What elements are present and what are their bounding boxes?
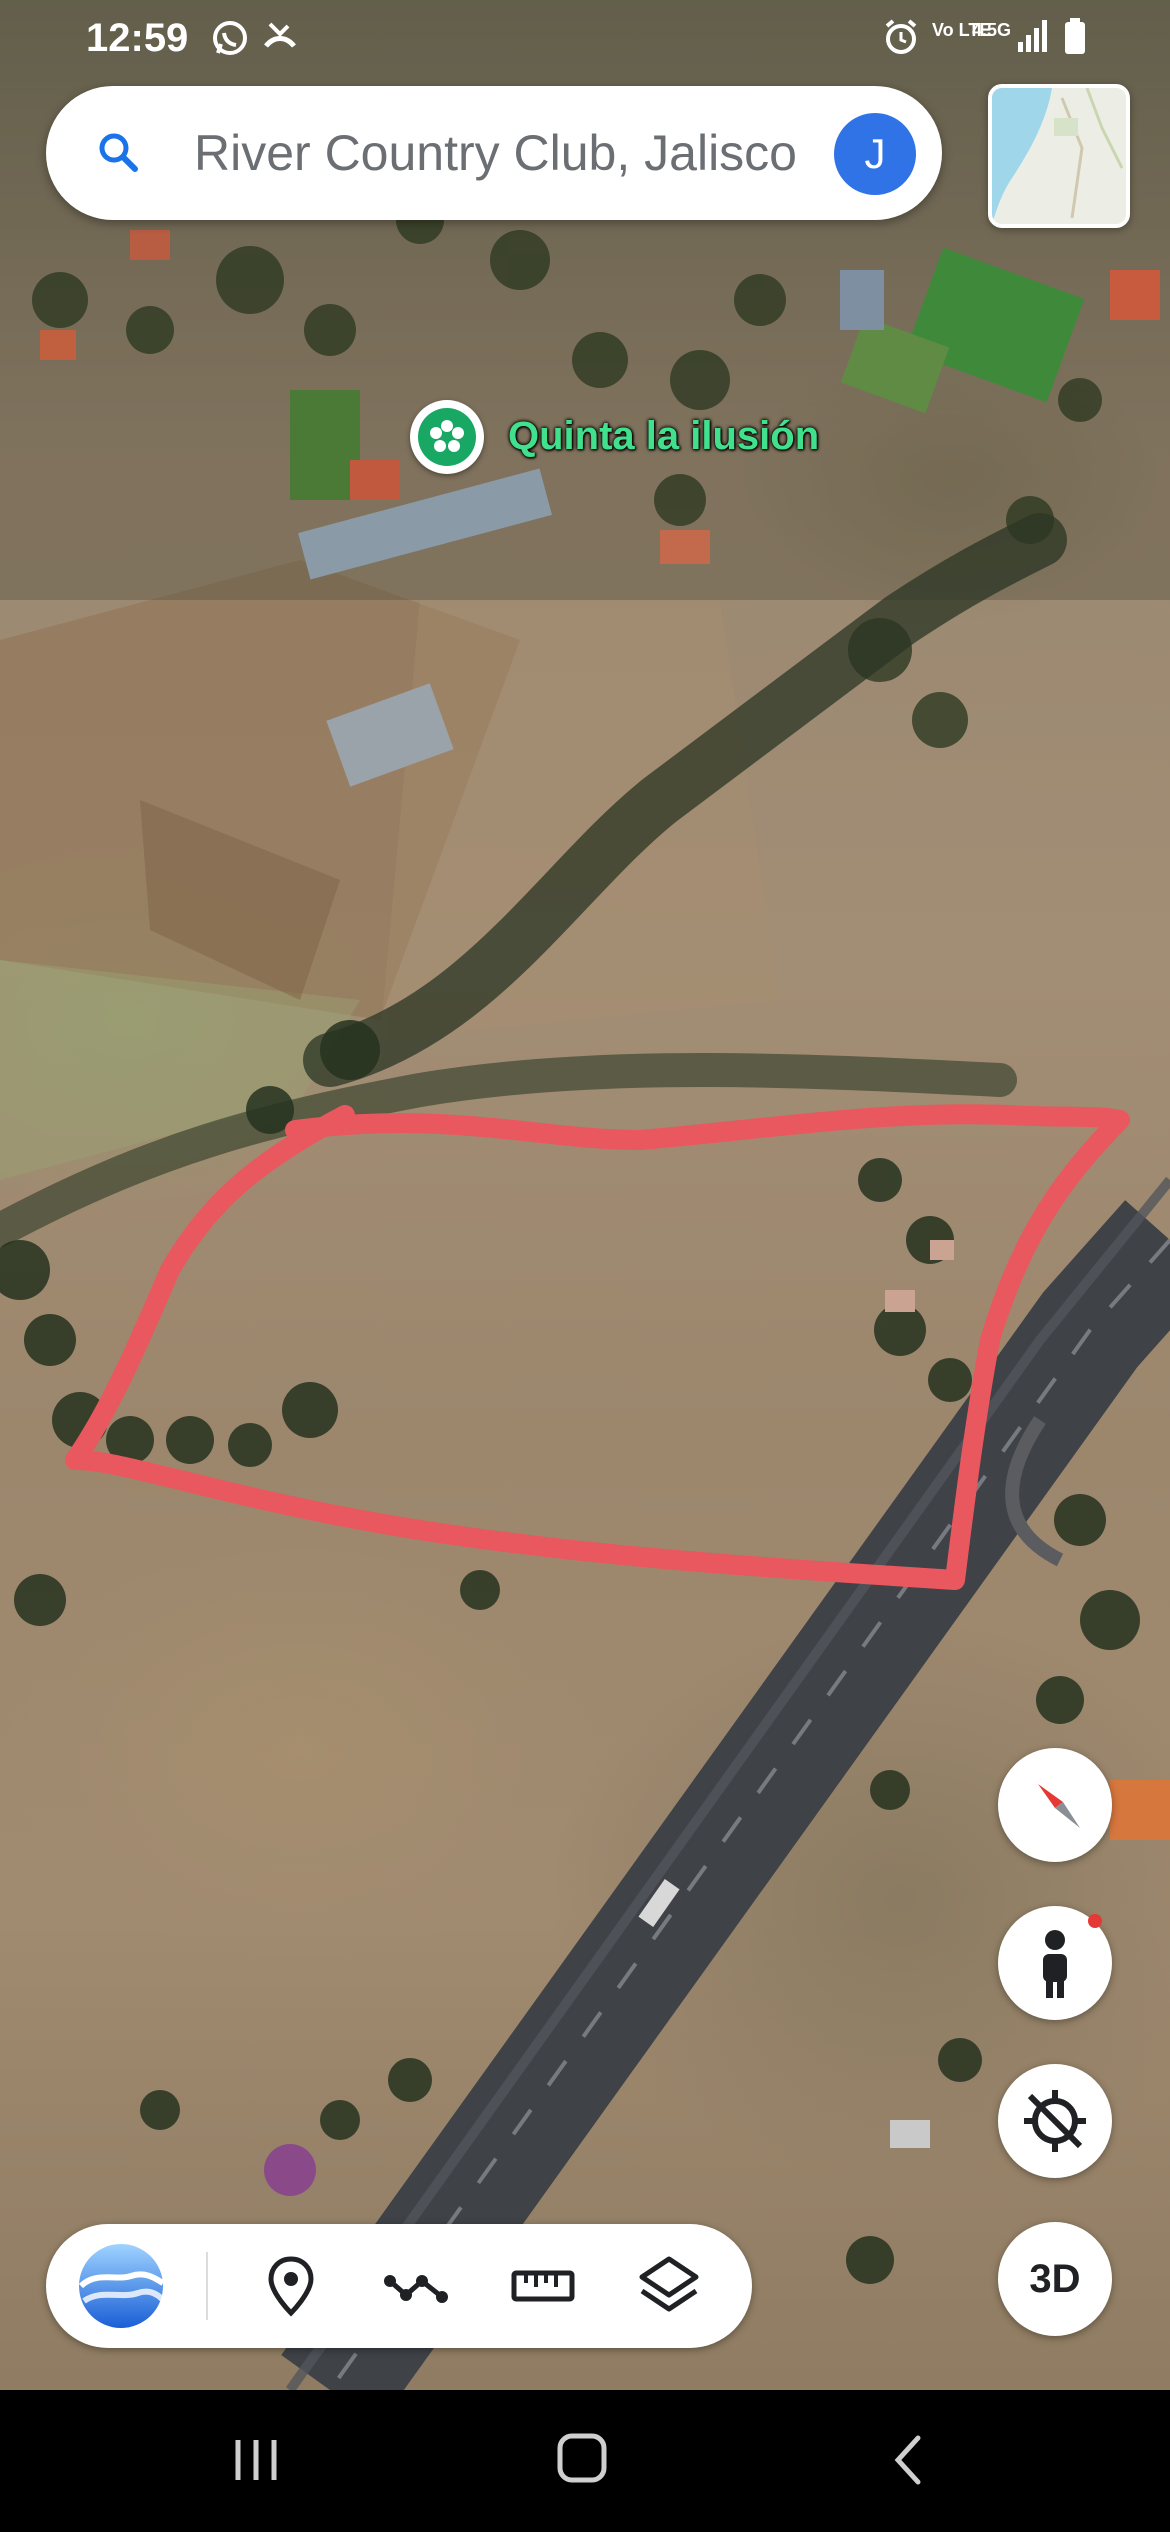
alarm-icon bbox=[882, 18, 920, 65]
draw-path-icon[interactable] bbox=[382, 2251, 452, 2321]
minimap-thumbnail[interactable] bbox=[988, 84, 1130, 228]
toolbar-divider bbox=[206, 2252, 208, 2320]
compass-button[interactable] bbox=[998, 1748, 1112, 1862]
signal-icon bbox=[1016, 18, 1052, 63]
red-boundary-outline bbox=[65, 1104, 1130, 1590]
flower-icon bbox=[418, 408, 476, 466]
search-input[interactable]: River Country Club, Jalisco bbox=[194, 124, 797, 182]
my-location-button[interactable] bbox=[998, 2064, 1112, 2178]
back-icon[interactable] bbox=[870, 2430, 950, 2490]
bottom-toolbar bbox=[46, 2224, 752, 2348]
place-pin-icon[interactable] bbox=[256, 2251, 326, 2321]
search-icon[interactable] bbox=[94, 128, 144, 178]
layers-icon[interactable] bbox=[634, 2251, 704, 2321]
search-bar[interactable]: River Country Club, Jalisco J bbox=[46, 86, 942, 220]
home-icon[interactable] bbox=[542, 2430, 622, 2490]
ruler-icon[interactable] bbox=[508, 2251, 578, 2321]
person-icon bbox=[1043, 1930, 1067, 1998]
missed-call-icon bbox=[260, 18, 300, 67]
street-view-button[interactable] bbox=[998, 1906, 1112, 2020]
map-imagery bbox=[0, 0, 1170, 2390]
3d-toggle-button[interactable]: 3D bbox=[998, 2222, 1112, 2336]
account-avatar[interactable]: J bbox=[834, 113, 916, 195]
location-crosshair-icon bbox=[1024, 2090, 1086, 2152]
recent-apps-icon[interactable] bbox=[216, 2430, 296, 2490]
place-label[interactable]: Quinta la ilusión bbox=[508, 414, 819, 459]
compass-icon bbox=[1038, 1784, 1080, 1828]
place-marker[interactable] bbox=[410, 400, 484, 474]
battery-icon bbox=[1062, 18, 1088, 65]
earth-logo-icon[interactable] bbox=[76, 2241, 166, 2331]
satellite-map[interactable]: Quinta la ilusión bbox=[0, 0, 1170, 2390]
whatsapp-icon bbox=[210, 18, 250, 67]
status-bar: 12:59 Vo LTE 4.5G bbox=[0, 0, 1170, 82]
system-navigation-bar bbox=[0, 2390, 1170, 2532]
status-time: 12:59 bbox=[86, 16, 189, 60]
network-speed: 4.5G bbox=[972, 20, 1012, 40]
